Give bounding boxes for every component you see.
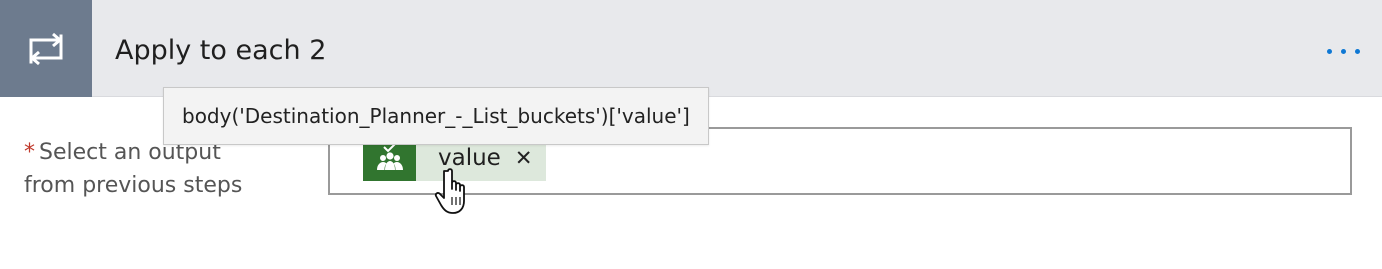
more-ellipsis-icon-dot-2 — [1341, 48, 1346, 54]
card-header[interactable]: Apply to each 2 — [0, 0, 1382, 97]
tooltip-text: body('Destination_Planner_-_List_buckets… — [182, 104, 690, 128]
field-label-line2: from previous steps — [24, 173, 243, 198]
planner-icon — [376, 143, 403, 170]
required-marker: * — [24, 140, 35, 165]
loop-icon-tile — [0, 0, 92, 97]
token-expression-tooltip: body('Destination_Planner_-_List_buckets… — [163, 87, 709, 145]
loop-icon — [29, 32, 63, 65]
hand-pointer-cursor-icon — [434, 168, 465, 214]
more-ellipsis-icon-dot-3 — [1355, 48, 1360, 54]
field-label: * Select an output from previous steps — [24, 136, 314, 202]
more-options-button[interactable] — [1327, 36, 1360, 66]
action-title[interactable]: Apply to each 2 — [115, 33, 326, 69]
more-ellipsis-icon — [1327, 48, 1332, 54]
apply-to-each-card: Apply to each 2 * Select an output from p… — [0, 0, 1382, 269]
remove-token-icon[interactable]: ✕ — [515, 147, 533, 169]
